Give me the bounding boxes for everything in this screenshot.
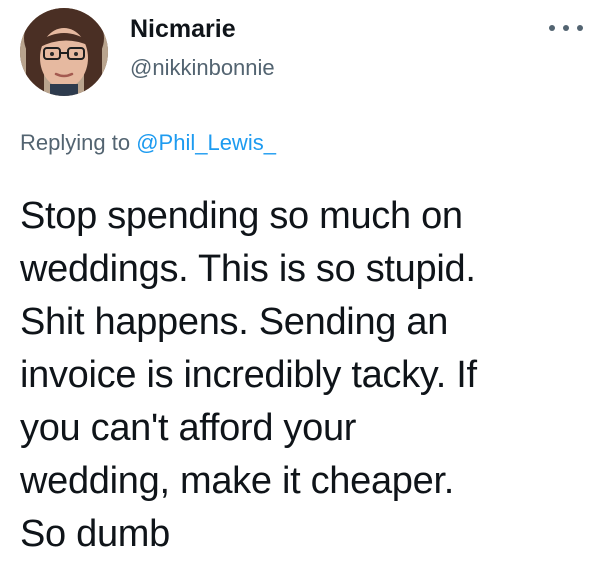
tweet-text-line: Stop spending so much on — [20, 195, 463, 237]
tweet-text-line: invoice is incredibly tacky. If — [20, 354, 477, 396]
more-horizontal-icon — [577, 25, 583, 31]
author-display-name[interactable]: Nicmarie — [130, 14, 236, 44]
tweet-text-line: So dumb — [20, 513, 170, 555]
tweet-text-line: Shit happens. Sending an — [20, 301, 449, 343]
reply-context: Replying to @Phil_Lewis_ — [20, 128, 276, 158]
tweet-text-line: you can't afford your — [20, 407, 357, 449]
tweet-text-line: wedding, make it cheaper. — [20, 460, 454, 502]
tweet-text: Stop spending so much on weddings. This … — [20, 190, 590, 561]
more-horizontal-icon — [549, 25, 555, 31]
more-horizontal-icon — [563, 25, 569, 31]
reply-prefix: Replying to — [20, 130, 131, 155]
avatar-photo — [20, 8, 108, 96]
avatar[interactable] — [20, 8, 108, 96]
reply-mention-link[interactable]: @Phil_Lewis_ — [136, 130, 276, 155]
more-options-button[interactable] — [546, 18, 586, 38]
tweet-text-line: weddings. This is so stupid. — [20, 248, 476, 290]
tweet-card: Nicmarie @nikkinbonnie Replying to @Phil… — [0, 0, 599, 579]
author-handle[interactable]: @nikkinbonnie — [130, 54, 275, 82]
